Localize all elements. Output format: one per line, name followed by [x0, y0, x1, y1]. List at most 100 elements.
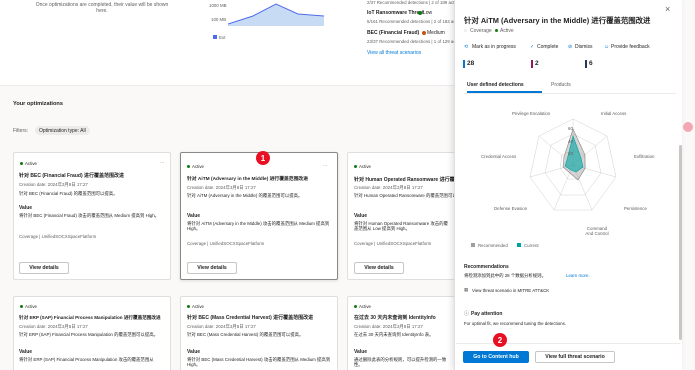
dismiss-icon: ⊘ — [568, 44, 573, 50]
severity-low: Low — [423, 10, 433, 16]
view-details-button[interactable]: View details — [187, 262, 237, 274]
counter-bar-1 — [531, 60, 533, 68]
card-meta: Coverage | UnifiedSOCXSpaceFlatform — [19, 234, 97, 239]
status-label: Active — [192, 304, 204, 309]
severity-dot-low — [418, 11, 422, 15]
step-badge-2: 2 — [493, 333, 507, 347]
counter-bar-0 — [463, 60, 465, 68]
pane-close-icon[interactable]: × — [665, 4, 670, 15]
complete-button[interactable]: Complete — [537, 44, 558, 50]
status-dot — [354, 305, 357, 308]
pane-title: 针对 AiTM (Adversary in the Middle) 进行覆盖范围… — [464, 16, 651, 25]
optimization-card-selected[interactable] — [180, 152, 338, 280]
go-to-content-hub-button[interactable]: Go to Content hub — [463, 351, 529, 363]
card-value: 将针对 BEC (Financial Fraud) 攻击的覆盖范围从 Mediu… — [19, 213, 160, 218]
card-summary: 在过去 30 天内未查询到 IdentityInfo 表。 — [354, 332, 434, 337]
status-label: Active — [192, 164, 204, 169]
optimizations-heading: Your optimizations — [13, 101, 63, 107]
complete-icon: ✓ — [530, 44, 535, 50]
status-dot — [20, 162, 23, 165]
tab-user-defined-detections[interactable]: User defined detections — [467, 82, 524, 88]
radar-label-privilege-escalation: Privilege Escalation — [512, 111, 551, 116]
legend-swatch — [213, 35, 217, 39]
value-label: Value — [187, 213, 201, 219]
view-full-threat-scenario-button[interactable]: View full threat scenario — [535, 351, 615, 363]
legend-current-swatch — [517, 243, 521, 247]
mark-in-progress-icon: ⟲ — [464, 44, 469, 50]
radar-tick-20: 20 — [568, 151, 573, 156]
filter-chip[interactable]: Optimization type: All — [35, 126, 90, 135]
chart-axis-1000: 1000 MB — [209, 3, 227, 8]
status-label: Active — [25, 161, 37, 166]
value-label: Value — [354, 213, 368, 219]
severity-medium: Medium — [427, 30, 445, 36]
status-label: Active — [359, 304, 371, 309]
value-label: Value — [187, 349, 201, 355]
counter-1: 2 — [535, 60, 539, 67]
card-title: 针对 BEC (Mass Credential Harvest) 进行覆盖范围改… — [187, 315, 314, 321]
card-title: 针对 AiTM (Adversary in the Middle) 进行覆盖范围… — [187, 177, 308, 182]
usage-area-chart — [228, 3, 325, 26]
view-mitre-link[interactable]: View threat scenario in MITRE ATT&CK — [472, 288, 549, 293]
card-summary: 针对 Human Operated Ransomware 的覆盖范围可以提高。 — [354, 193, 470, 198]
active-dot — [495, 29, 498, 32]
more-icon[interactable]: ··· — [323, 163, 327, 168]
feedback-button[interactable]: Provide feedback — [611, 44, 650, 50]
mitre-icon: ▦ — [464, 287, 469, 292]
coverage-icon: ◌ — [464, 28, 467, 34]
tab-products[interactable]: Products — [551, 82, 571, 88]
footer-divider — [456, 343, 680, 344]
status-dot — [354, 165, 357, 168]
legend-current: Current — [524, 243, 539, 248]
card-date: Creation date: 2024年3月8日 17:27 — [354, 324, 423, 329]
card-meta: Coverage | UnifiedSOCXSpaceFlatform — [354, 241, 432, 246]
value-label: Value — [19, 349, 33, 355]
recommendations-heading: Recommendations — [464, 264, 509, 270]
card-summary: 针对 BEC (Financial Fraud) 的覆盖范围可以提高。 — [19, 191, 118, 196]
chart-axis-100: 100 MB — [211, 17, 227, 22]
counter-0: 28 — [467, 60, 475, 67]
legend-recommended: Recommended — [478, 243, 508, 248]
pane-scrollbar[interactable] — [679, 145, 682, 340]
radar-tick-40: 40 — [568, 139, 573, 144]
more-icon[interactable]: ··· — [160, 160, 164, 165]
step-badge-1: 1 — [256, 151, 270, 165]
scenario-name-0[interactable]: IoT Ransomware Threat — [367, 10, 424, 16]
legend-label: Ext — [219, 35, 226, 40]
radar-label-exfiltration: Exfiltration — [634, 154, 655, 159]
status-dot — [20, 305, 23, 308]
card-title: 在过去 30 天内未查询到 IdentityInfo — [354, 315, 436, 321]
scenario-detail-1: 23/37 Recommended detections | 1 of 129 … — [367, 39, 457, 44]
attention-heading: Pay attention — [471, 311, 503, 317]
attention-text: For optimal fit, we recommend tuning the… — [464, 321, 567, 326]
card-title: 针对 ERP (SAP) Financial Process Manipulat… — [19, 315, 161, 320]
learn-more-link[interactable]: Learn more. — [566, 273, 590, 278]
feedback-icon: ☺ — [604, 44, 610, 50]
card-date: Creation date: 2024年3月8日 17:27 — [187, 185, 256, 190]
card-meta: Coverage | UnifiedSOCXSpaceFlatform — [187, 241, 265, 246]
pane-status: Active — [500, 28, 514, 34]
radar-label-initial-access: Initial Access — [601, 111, 627, 116]
card-date: Creation date: 2024年3月8日 17:27 — [19, 182, 88, 187]
card-summary: 针对 ERP (SAP) Financial Process Manipulat… — [19, 332, 158, 337]
page: Once optimizations are completed, their … — [0, 0, 695, 370]
card-value: 通过删除此表的分析规则，可以提升检测的一致性。 — [354, 357, 447, 368]
recommendations-text: 将检测添加到此中的 28 个数据分析规则。 — [464, 273, 546, 278]
view-all-scenarios-link[interactable]: View all threat scenarios — [367, 50, 421, 56]
status-dot — [187, 305, 190, 308]
view-details-button[interactable]: View details — [354, 262, 404, 274]
page-edge-toggle[interactable] — [683, 122, 693, 132]
value-label: Value — [354, 349, 368, 355]
card-value: 将针对 AiTM (Adversary in the Middle) 攻击的覆盖… — [187, 221, 330, 232]
tab-divider — [464, 93, 676, 94]
scenario-detail-0: 5/161 Recommended detections | 2 of 183 … — [367, 19, 457, 24]
view-details-button[interactable]: View details — [19, 262, 69, 274]
scenario-name-1[interactable]: BEC (Financial Fraud) — [367, 30, 419, 36]
mark-in-progress-button[interactable]: Mark as in progress — [472, 44, 516, 50]
value-label: Value — [19, 205, 33, 211]
coverage-radar-chart — [529, 118, 617, 211]
radar-label-defense-evasion: Defense Evasion — [494, 206, 528, 211]
radar-label-credential-access: Credential Access — [481, 154, 517, 159]
card-value: 将针对 Human Operated Ransomware 攻击的覆盖范围从 L… — [354, 221, 448, 232]
dismiss-button[interactable]: Dismiss — [575, 44, 593, 50]
